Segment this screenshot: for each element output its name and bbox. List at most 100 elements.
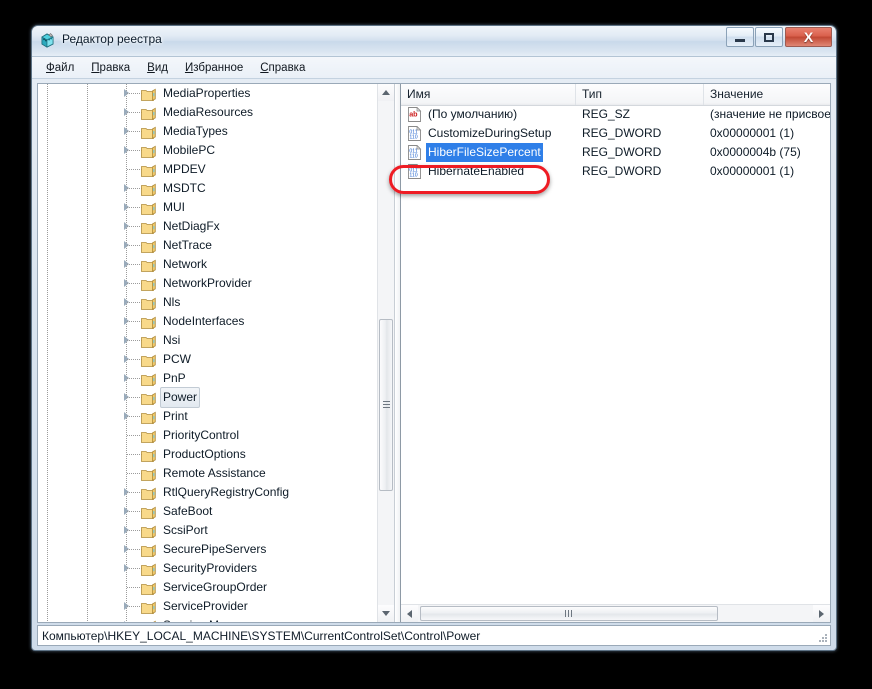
tree-node-prioritycontrol[interactable]: PriorityControl	[38, 426, 377, 445]
close-button[interactable]: X	[785, 27, 832, 47]
expand-arrow-icon[interactable]	[124, 621, 129, 622]
tree-node-securepipeservers[interactable]: SecurePipeServers	[38, 540, 377, 559]
menu-mnemonic: С	[260, 61, 269, 74]
tree-vertical-scrollbar[interactable]	[377, 84, 394, 622]
folder-icon	[141, 505, 156, 520]
tree-node-safeboot[interactable]: SafeBoot	[38, 502, 377, 521]
scroll-up-button[interactable]	[378, 84, 394, 101]
tree-node-label: MUI	[163, 200, 185, 214]
menu-item-2[interactable]: Вид	[139, 60, 177, 76]
tree-node-msdtc[interactable]: MSDTC	[38, 179, 377, 198]
column-header-0[interactable]: Имя	[401, 84, 576, 105]
grip-icon	[565, 610, 573, 617]
close-icon: X	[803, 29, 814, 45]
resize-grip-icon[interactable]	[816, 631, 828, 643]
tree-node-pcw[interactable]: PCW	[38, 350, 377, 369]
tree-node-print[interactable]: Print	[38, 407, 377, 426]
tree-node-nsi[interactable]: Nsi	[38, 331, 377, 350]
registry-value-row[interactable]: ab (По умолчанию) REG_SZ (значение не присв…	[401, 105, 830, 124]
tree-node-mediaresources[interactable]: MediaResources	[38, 103, 377, 122]
registry-value-row[interactable]: 011 110 HibernateEnabled REG_DWORD 0x0000000…	[401, 162, 830, 181]
folder-icon	[141, 201, 156, 216]
registry-tree-pane[interactable]: MediaProperties MediaResources MediaTypes M…	[38, 84, 394, 622]
folder-icon	[141, 372, 156, 387]
tree-node-nodeinterfaces[interactable]: NodeInterfaces	[38, 312, 377, 331]
reg-sz-icon: ab	[407, 106, 422, 122]
tree-node-label: Network	[163, 257, 208, 271]
tree-node-mpdev[interactable]: MPDEV	[38, 160, 377, 179]
minimize-button[interactable]	[726, 27, 754, 47]
scrollbar-thumb[interactable]	[379, 319, 393, 491]
folder-icon	[141, 524, 156, 539]
tree-node-mui[interactable]: MUI	[38, 198, 377, 217]
folder-icon	[141, 353, 156, 368]
folder-icon	[141, 448, 156, 463]
value-data: 0x00000001 (1)	[710, 126, 795, 140]
tree-node-label: Remote Assistance	[163, 466, 266, 480]
pane-splitter[interactable]	[394, 84, 401, 622]
reg-dword-icon: 011 110	[407, 163, 422, 179]
tree-node-scsiport[interactable]: ScsiPort	[38, 521, 377, 540]
tree-node-securityproviders[interactable]: SecurityProviders	[38, 559, 377, 578]
registry-values-list[interactable]: ab (По умолчанию) REG_SZ (значение не присв…	[401, 105, 830, 604]
tree-node-mediatypes[interactable]: MediaTypes	[38, 122, 377, 141]
tree-node-label: PnP	[163, 371, 186, 385]
tree-node-network[interactable]: Network	[38, 255, 377, 274]
tree-node-session-manager[interactable]: Session Manager	[38, 616, 377, 622]
value-name: CustomizeDuringSetup	[428, 126, 552, 140]
tree-node-nls[interactable]: Nls	[38, 293, 377, 312]
menu-item-1[interactable]: Правка	[83, 60, 139, 76]
tree-node-networkprovider[interactable]: NetworkProvider	[38, 274, 377, 293]
svg-text:ab: ab	[409, 110, 418, 119]
tree-node-pnp[interactable]: PnP	[38, 369, 377, 388]
status-bar: Компьютер\HKEY_LOCAL_MACHINE\SYSTEM\Curr…	[37, 625, 831, 646]
value-name: (По умолчанию)	[428, 107, 518, 121]
tree-node-rtlqueryregistryconfig[interactable]: RtlQueryRegistryConfig	[38, 483, 377, 502]
column-header-1[interactable]: Тип	[576, 84, 704, 105]
tree-node-nettrace[interactable]: NetTrace	[38, 236, 377, 255]
menu-item-3[interactable]: Избранное	[177, 60, 252, 76]
value-data: 0x00000001 (1)	[710, 164, 795, 178]
folder-icon	[141, 543, 156, 558]
tree-node-remote-assistance[interactable]: Remote Assistance	[38, 464, 377, 483]
title-bar[interactable]: Редактор реестра X	[32, 26, 836, 57]
registry-value-row[interactable]: 011 110 CustomizeDuringSetup REG_DWORD 0x000…	[401, 124, 830, 143]
menu-item-label: правка	[268, 61, 306, 74]
folder-icon	[141, 467, 156, 482]
folder-icon	[141, 87, 156, 102]
tree-node-productoptions[interactable]: ProductOptions	[38, 445, 377, 464]
tree-node-netdiagfx[interactable]: NetDiagFx	[38, 217, 377, 236]
tree-node-power[interactable]: Power	[38, 387, 377, 408]
scrollbar-thumb[interactable]	[420, 606, 718, 621]
folder-icon	[141, 619, 156, 622]
list-horizontal-scrollbar[interactable]	[401, 604, 830, 622]
registry-value-row[interactable]: 011 110 HiberFileSizePercent REG_DWORD 0x000…	[401, 143, 830, 162]
scroll-left-button[interactable]	[401, 605, 418, 622]
maximize-button[interactable]	[755, 27, 783, 47]
tree-node-mediaproperties[interactable]: MediaProperties	[38, 84, 377, 103]
tree-node-serviceprovider[interactable]: ServiceProvider	[38, 597, 377, 616]
menu-item-label: ид	[154, 61, 168, 74]
tree-node-label: ServiceProvider	[163, 599, 248, 613]
menu-item-0[interactable]: Файл	[38, 60, 83, 76]
tree-node-label: NetTrace	[163, 238, 212, 252]
scroll-down-button[interactable]	[378, 605, 394, 622]
value-type: REG_DWORD	[582, 164, 662, 178]
folder-icon	[141, 562, 156, 577]
folder-icon	[141, 391, 156, 406]
tree-node-mobilepc[interactable]: MobilePC	[38, 141, 377, 160]
registry-values-pane[interactable]: Имя Тип Значение ab (По умолчанию) REG_SZ (зн…	[401, 84, 830, 622]
folder-icon	[141, 239, 156, 254]
tree-node-servicegrouporder[interactable]: ServiceGroupOrder	[38, 578, 377, 597]
chevron-down-icon	[382, 611, 390, 616]
column-header-2[interactable]: Значение	[704, 84, 830, 105]
maximize-icon	[756, 28, 782, 46]
chevron-up-icon	[382, 90, 390, 95]
folder-icon	[141, 315, 156, 330]
registry-editor-window: Редактор реестра X Файл Правка Вид Избранно…	[31, 25, 837, 651]
folder-icon	[141, 144, 156, 159]
registry-tree[interactable]: MediaProperties MediaResources MediaTypes M…	[38, 84, 377, 622]
scroll-right-button[interactable]	[813, 605, 830, 622]
menu-item-4[interactable]: Справка	[252, 60, 314, 76]
menu-mnemonic: Ф	[46, 61, 55, 74]
